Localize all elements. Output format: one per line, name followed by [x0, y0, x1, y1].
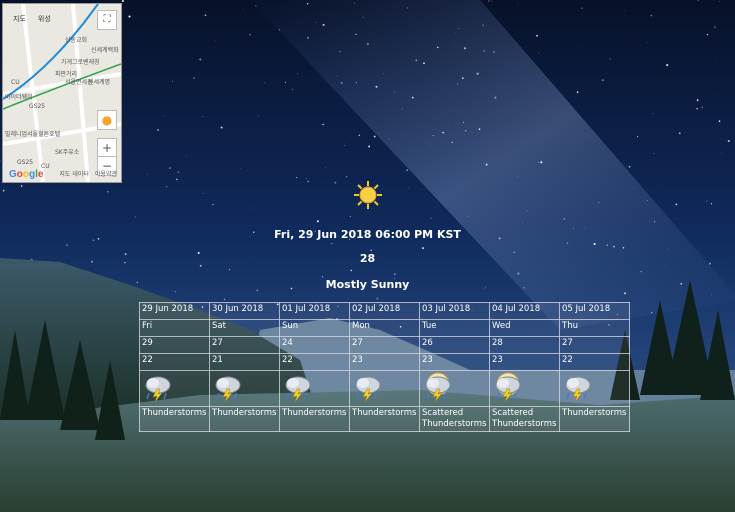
sun-icon: [353, 181, 382, 209]
map-widget[interactable]: 상동교회 신세계백화 가게그로벤래칭 피판거리 서울면세점 신세계명 바이더웨이 GS25 CU…: [2, 3, 122, 183]
forecast-desc-row: Thunderstorms Thunderstorms Thunderstorm…: [139, 406, 630, 432]
forecast-icon-row: [139, 370, 630, 407]
forecast-low: 22: [559, 353, 630, 371]
current-datetime: Fri, 29 Jun 2018 06:00 PM KST: [274, 228, 461, 241]
map-place-label: 신세계백화: [91, 46, 119, 54]
forecast-date-row: 29 Jun 2018 30 Jun 2018 01 Jul 2018 02 J…: [139, 302, 630, 320]
forecast-icon-cell: [349, 370, 420, 407]
current-temperature: 28: [359, 252, 376, 265]
forecast-icon-cell: [489, 370, 560, 407]
forecast-condition: Scattered Thunderstorms: [489, 406, 560, 432]
forecast-low: 22: [279, 353, 350, 371]
forecast-condition: Thunderstorms: [209, 406, 280, 432]
forecast-condition: Thunderstorms: [349, 406, 420, 432]
street-view-pegman-icon[interactable]: ●: [97, 110, 117, 130]
scattered-thunderstorm-icon: [495, 372, 521, 403]
fullscreen-button[interactable]: ⛶: [97, 10, 117, 30]
forecast-date: 30 Jun 2018: [209, 302, 280, 320]
terms-link[interactable]: 이용약관: [95, 169, 117, 178]
map-place-label: 밀레니엄서울힐튼호텔: [5, 130, 61, 138]
forecast-low: 23: [419, 353, 490, 371]
forecast-condition: Scattered Thunderstorms: [419, 406, 490, 432]
forecast-day: Sun: [279, 319, 350, 337]
forecast-condition: Thunderstorms: [279, 406, 350, 432]
forecast-date: 02 Jul 2018: [349, 302, 420, 320]
forecast-day: Mon: [349, 319, 420, 337]
forecast-day: Wed: [489, 319, 560, 337]
scattered-thunderstorm-icon: [425, 372, 451, 403]
forecast-high: 27: [209, 336, 280, 354]
forecast-low: 21: [209, 353, 280, 371]
map-place-label: SK주유소: [55, 149, 80, 156]
map-place-label: GS25: [29, 103, 45, 110]
forecast-condition: Thunderstorms: [139, 406, 210, 432]
map-place-label: 상동교회: [65, 36, 87, 44]
thunderstorm-icon: [565, 376, 591, 403]
forecast-day: Fri: [139, 319, 210, 337]
thunderstorm-icon: [355, 376, 381, 403]
forecast-icon-cell: [559, 370, 630, 407]
forecast-icon-cell: [209, 370, 280, 407]
forecast-high: 27: [349, 336, 420, 354]
map-place-label: 피판거리: [55, 70, 77, 78]
forecast-day: Tue: [419, 319, 490, 337]
map-footer: 지도 데이터 이용약관: [59, 169, 117, 178]
map-place-label: GS25: [17, 159, 33, 166]
forecast-high: 28: [489, 336, 560, 354]
forecast-low: 22: [139, 353, 210, 371]
map-data-link[interactable]: 지도 데이터: [59, 169, 89, 178]
forecast-date: 04 Jul 2018: [489, 302, 560, 320]
forecast-icon-cell: [279, 370, 350, 407]
forecast-low: 23: [489, 353, 560, 371]
forecast-day-row: Fri Sat Sun Mon Tue Wed Thu: [139, 319, 630, 337]
map-type-tabs: 지도 위성: [13, 14, 51, 24]
map-place-label: 가게그로벤래칭: [61, 58, 100, 66]
zoom-in-button[interactable]: +: [97, 138, 117, 158]
map-place-label: 신세계명: [88, 78, 110, 86]
forecast-icon-cell: [419, 370, 490, 407]
forecast-day: Sat: [209, 319, 280, 337]
map-place-label: CU: [11, 79, 20, 86]
forecast-high: 24: [279, 336, 350, 354]
forecast-date: 05 Jul 2018: [559, 302, 630, 320]
forecast-low: 23: [349, 353, 420, 371]
current-condition: Mostly Sunny: [325, 278, 410, 291]
thunderstorm-icon: [285, 376, 311, 403]
forecast-low-row: 22 21 22 23 23 23 22: [139, 353, 630, 371]
forecast-high: 29: [139, 336, 210, 354]
thunderstorm-icon: [145, 376, 171, 403]
forecast-day: Thu: [559, 319, 630, 337]
forecast-date: 03 Jul 2018: [419, 302, 490, 320]
forecast-icon-cell: [139, 370, 210, 407]
forecast-date: 01 Jul 2018: [279, 302, 350, 320]
google-logo: Google: [9, 169, 44, 180]
forecast-high-row: 29 27 24 27 26 28 27: [139, 336, 630, 354]
current-weather: Fri, 29 Jun 2018 06:00 PM KST 28 Mostly …: [0, 180, 735, 291]
thunderstorm-icon: [215, 376, 241, 403]
tab-map[interactable]: 지도: [13, 14, 26, 24]
map-place-label: 바이더웨이: [5, 93, 33, 101]
forecast-high: 27: [559, 336, 630, 354]
forecast-condition: Thunderstorms: [559, 406, 630, 432]
forecast-table: 29 Jun 2018 30 Jun 2018 01 Jul 2018 02 J…: [139, 302, 630, 432]
forecast-date: 29 Jun 2018: [139, 302, 210, 320]
tab-satellite[interactable]: 위성: [38, 14, 51, 24]
forecast-high: 26: [419, 336, 490, 354]
